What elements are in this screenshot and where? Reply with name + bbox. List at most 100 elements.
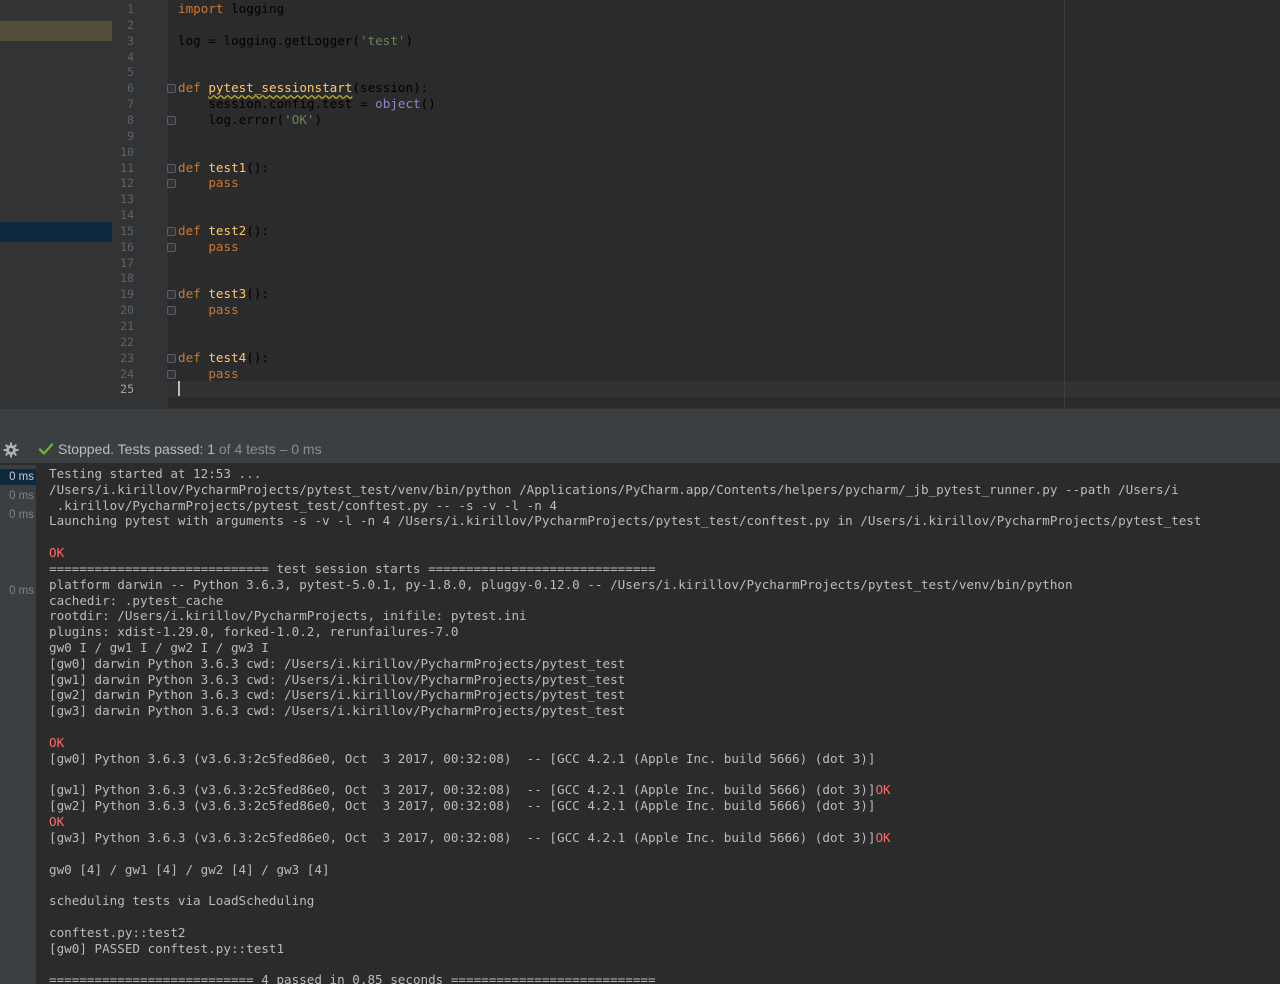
code-line[interactable]: def test1(): xyxy=(178,160,1280,176)
fold-marker-icon[interactable] xyxy=(167,226,176,236)
console-line: [gw2] Python 3.6.3 (v3.6.3:2c5fed86e0, O… xyxy=(49,798,875,814)
test-duration[interactable]: 0 ms xyxy=(0,469,36,485)
line-number: 8 xyxy=(127,112,134,127)
code-line[interactable]: session.config.test = object() xyxy=(178,96,1280,112)
console-text: [gw3] darwin Python 3.6.3 cwd: /Users/i.… xyxy=(49,703,626,719)
console-line: rootdir: /Users/i.kirillov/PycharmProjec… xyxy=(49,608,527,624)
test-duration[interactable]: 0 ms xyxy=(0,507,34,523)
console-text: Launching pytest with arguments -s -v -l… xyxy=(49,513,1202,529)
fold-marker-icon[interactable] xyxy=(167,290,176,300)
line-number: 4 xyxy=(127,49,134,64)
line-number: 18 xyxy=(120,271,134,286)
fold-marker-icon[interactable] xyxy=(167,115,176,125)
console-line: [gw0] PASSED conftest.py::test1 xyxy=(49,941,284,957)
code-line[interactable]: pass xyxy=(178,175,1280,191)
code-line[interactable] xyxy=(178,128,1280,144)
line-number: 25 xyxy=(120,382,134,397)
line-number: 2 xyxy=(127,17,134,32)
code-token: (): xyxy=(246,222,270,238)
code-line[interactable]: pass xyxy=(178,302,1280,318)
fold-marker-icon[interactable] xyxy=(167,369,176,379)
code-token: test4 xyxy=(208,349,247,365)
console-line: [gw1] Python 3.6.3 (v3.6.3:2c5fed86e0, O… xyxy=(49,782,891,798)
console-line: gw0 [4] / gw1 [4] / gw2 [4] / gw3 [4] xyxy=(49,862,330,878)
code-line[interactable]: pass xyxy=(178,239,1280,255)
code-line[interactable]: def test4(): xyxy=(178,350,1280,366)
console-line: Testing started at 12:53 ... xyxy=(49,466,261,482)
code-line[interactable]: import logging xyxy=(178,1,1280,17)
code-line[interactable]: def pytest_sessionstart(session): xyxy=(178,80,1280,96)
test-duration[interactable]: 0 ms xyxy=(0,583,34,599)
code-line[interactable] xyxy=(178,144,1280,160)
ide-window: 1 import logging 2 3 log = logging.getLogger… xyxy=(0,0,1280,984)
console-text: platform darwin -- Python 3.6.3, pytest-… xyxy=(49,576,1073,592)
console-text: [gw0] darwin Python 3.6.3 cwd: /Users/i.… xyxy=(49,655,626,671)
line-number: 7 xyxy=(127,97,134,112)
console-line: cachedir: .pytest_cache xyxy=(49,593,223,609)
code-token: session.config.test = xyxy=(178,96,376,112)
line-number: 20 xyxy=(120,303,134,318)
code-token: logging xyxy=(223,1,285,16)
console-output[interactable]: Testing started at 12:53 .../Users/i.kir… xyxy=(36,465,1280,984)
code-line[interactable] xyxy=(178,255,1280,271)
console-line: platform darwin -- Python 3.6.3, pytest-… xyxy=(49,577,1073,593)
code-token: pass xyxy=(208,175,239,191)
code-token: () xyxy=(420,96,436,112)
code-token: def xyxy=(178,159,209,175)
panel-splitter[interactable] xyxy=(0,408,1280,436)
project-row-highlight xyxy=(0,21,112,41)
line-number: 16 xyxy=(120,239,134,254)
line-number: 13 xyxy=(120,192,134,207)
code-line[interactable]: pass xyxy=(178,366,1280,382)
fold-marker-icon[interactable] xyxy=(167,84,176,94)
code-token: import xyxy=(178,1,224,16)
fold-marker-icon[interactable] xyxy=(167,353,176,363)
fold-marker-icon[interactable] xyxy=(167,306,176,316)
code-line[interactable] xyxy=(178,191,1280,207)
code-line[interactable] xyxy=(178,49,1280,65)
code-line[interactable]: def test3(): xyxy=(178,286,1280,302)
fold-marker-icon[interactable] xyxy=(167,163,176,173)
line-number: 21 xyxy=(120,319,134,333)
code-token: pytest_sessionstart xyxy=(208,80,353,96)
console-line: OK xyxy=(49,735,64,751)
text-caret xyxy=(178,381,180,397)
console-line: =========================== 4 passed in … xyxy=(49,972,656,984)
console-text: gw0 I / gw1 I / gw2 I / gw3 I xyxy=(49,640,269,656)
line-number: 9 xyxy=(127,128,134,143)
console-text: [gw2] darwin Python 3.6.3 cwd: /Users/i.… xyxy=(49,687,626,703)
code-editor[interactable]: 1 import logging 2 3 log = logging.getLogger… xyxy=(0,0,1280,408)
fold-marker-icon[interactable] xyxy=(167,242,176,252)
code-token: 'test' xyxy=(359,32,406,48)
code-line[interactable]: log = logging.getLogger('test') xyxy=(178,33,1280,49)
code-line[interactable] xyxy=(178,318,1280,334)
code-token: test3 xyxy=(208,286,247,302)
gear-icon[interactable] xyxy=(2,441,20,459)
console-text: =========================== 4 passed in … xyxy=(49,972,656,984)
status-of-total: of 4 tests xyxy=(214,441,276,457)
console-text: Testing started at 12:53 ... xyxy=(49,466,262,481)
code-line[interactable] xyxy=(178,64,1280,80)
code-line[interactable] xyxy=(178,334,1280,350)
line-number: 6 xyxy=(127,81,134,96)
test-duration[interactable]: 0 ms xyxy=(0,488,34,504)
code-line[interactable]: def test2(): xyxy=(178,223,1280,239)
code-line[interactable] xyxy=(178,207,1280,223)
code-token: test1 xyxy=(208,159,247,175)
project-row-selected[interactable] xyxy=(0,222,112,242)
fold-marker-icon[interactable] xyxy=(167,179,176,189)
console-line: [gw2] darwin Python 3.6.3 cwd: /Users/i.… xyxy=(49,687,625,703)
console-line: conftest.py::test2 xyxy=(49,925,185,941)
test-duration-column[interactable]: 0 ms 0 ms 0 ms 0 ms xyxy=(0,465,36,984)
console-text: [gw2] Python 3.6.3 (v3.6.3:2c5fed86e0, O… xyxy=(49,798,876,814)
console-line: [gw3] Python 3.6.3 (v3.6.3:2c5fed86e0, O… xyxy=(49,830,891,846)
code-line[interactable] xyxy=(178,381,1280,397)
code-line[interactable] xyxy=(178,17,1280,33)
code-line[interactable] xyxy=(178,270,1280,286)
console-line: /Users/i.kirillov/PycharmProjects/pytest… xyxy=(49,482,1179,498)
console-line: Launching pytest with arguments -s -v -l… xyxy=(49,513,1201,529)
code-line[interactable]: log.error('OK') xyxy=(178,112,1280,128)
test-status-text: Stopped. Tests passed: 1 of 4 tests – 0 … xyxy=(58,441,322,458)
